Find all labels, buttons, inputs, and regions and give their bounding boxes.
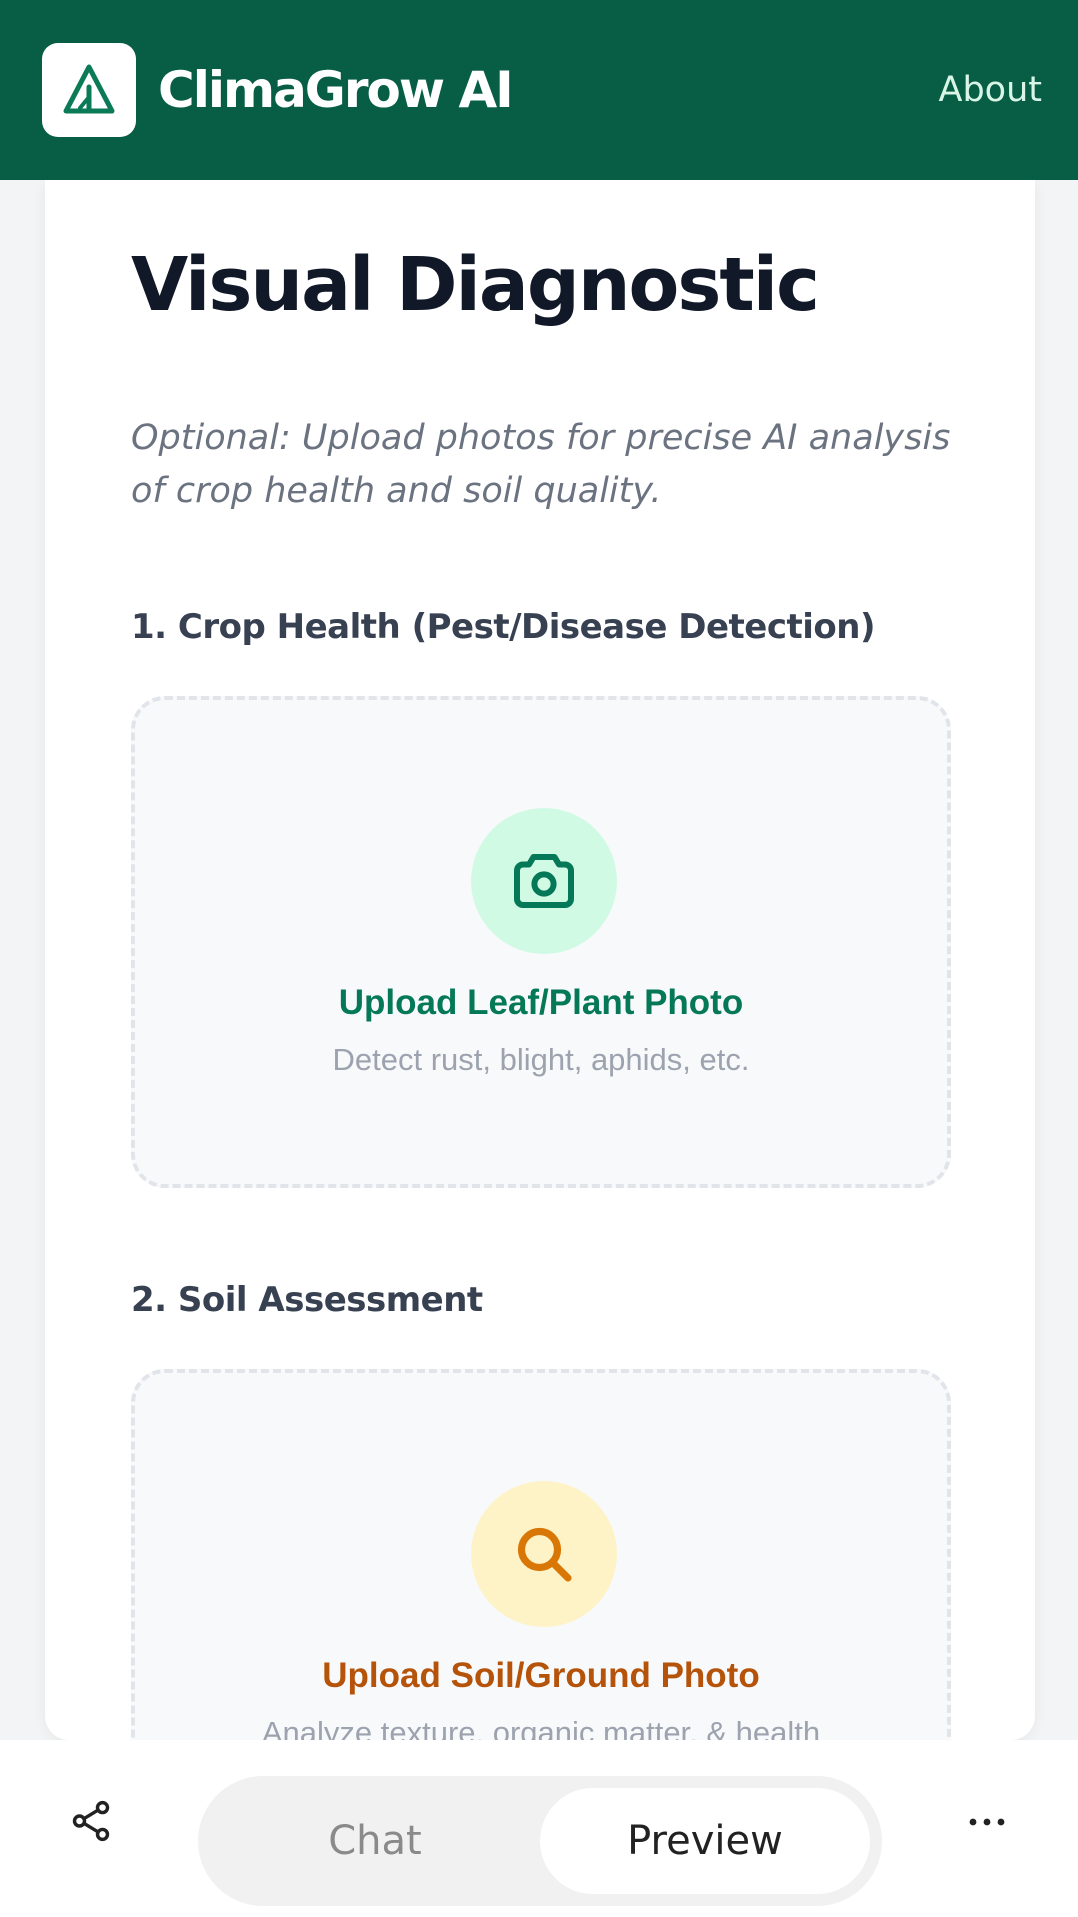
view-toggle: Chat Preview <box>198 1776 882 1906</box>
soil-assessment-heading: 2. Soil Assessment <box>131 1280 483 1320</box>
more-icon <box>969 1818 1005 1826</box>
logo <box>42 43 136 137</box>
upload-leaf-hint: Detect rust, blight, aphids, etc. <box>332 1042 750 1077</box>
upload-soil-label: Upload Soil/Ground Photo <box>322 1656 760 1695</box>
bottom-bar: Chat Preview <box>0 1740 1078 1917</box>
search-icon <box>517 1527 572 1582</box>
page-title: Visual Diagnostic <box>131 242 820 328</box>
tab-chat[interactable]: Chat <box>210 1788 540 1894</box>
app-header: ClimaGrow AI About <box>0 0 1078 180</box>
tab-preview[interactable]: Preview <box>540 1788 870 1894</box>
brand-name: ClimaGrow AI <box>158 61 514 119</box>
about-link[interactable]: About <box>939 70 1042 110</box>
camera-icon-badge <box>471 808 617 954</box>
diagnostic-card: Visual Diagnostic Optional: Upload photo… <box>45 180 1035 1917</box>
triangle-leaf-icon <box>63 64 115 114</box>
share-icon <box>72 1800 110 1842</box>
upload-leaf-label: Upload Leaf/Plant Photo <box>338 983 744 1022</box>
crop-health-heading: 1. Crop Health (Pest/Disease Detection) <box>131 607 876 647</box>
more-button[interactable] <box>964 1802 1010 1842</box>
search-icon-badge <box>471 1481 617 1627</box>
camera-icon <box>514 854 574 908</box>
brand[interactable]: ClimaGrow AI <box>42 43 514 137</box>
leaf-photo-upload[interactable]: Upload Leaf/Plant Photo Detect rust, bli… <box>131 696 951 1188</box>
page-subtitle: Optional: Upload photos for precise AI a… <box>131 418 951 511</box>
share-button[interactable] <box>68 1798 114 1844</box>
